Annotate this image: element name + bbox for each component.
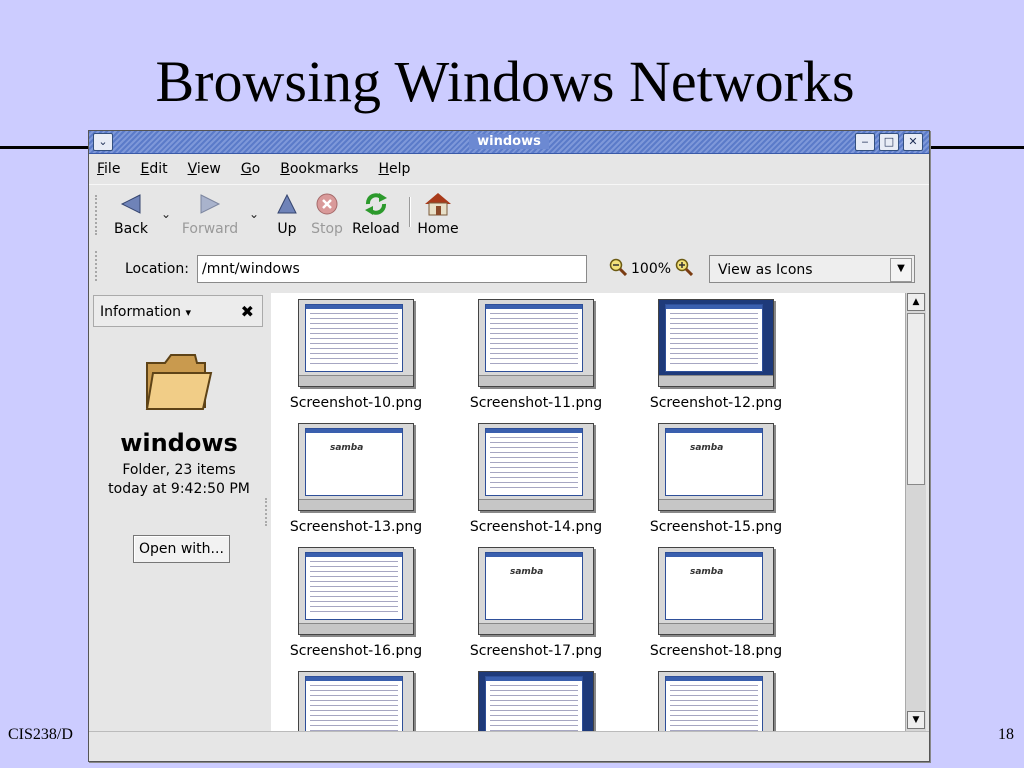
zoom-in-icon[interactable]	[675, 258, 694, 280]
file-label: Screenshot-12.png	[649, 395, 783, 411]
thumbnail-image	[478, 671, 594, 731]
folder-meta: Folder, 23 items today at 9:42:50 PM	[108, 462, 250, 497]
location-grip[interactable]	[95, 251, 103, 281]
sidebar: Information ▾ ✖ windows Folder, 23 items…	[89, 293, 269, 761]
thumbnail-image	[298, 547, 414, 635]
menu-help[interactable]: Help	[378, 161, 410, 177]
sidebar-header[interactable]: Information ▾ ✖	[93, 295, 263, 327]
file-item[interactable]: Screenshot-16.png	[271, 547, 441, 659]
thumbnail-image	[658, 299, 774, 387]
maximize-button[interactable]: □	[879, 133, 899, 151]
file-item-partial[interactable]	[631, 671, 801, 731]
close-button[interactable]: ✕	[903, 133, 923, 151]
file-item[interactable]: samba Screenshot-15.png	[631, 423, 801, 535]
title-rule-right	[926, 146, 1024, 149]
file-label: Screenshot-17.png	[469, 643, 603, 659]
file-label: Screenshot-14.png	[469, 519, 603, 535]
toolbar-grip[interactable]	[95, 195, 103, 235]
toolbar: Back ⌄ Forward ⌄ Up Stop Reload Home	[89, 184, 929, 249]
file-label: Screenshot-18.png	[649, 643, 783, 659]
menu-bookmarks[interactable]: Bookmarks	[280, 161, 358, 177]
file-item[interactable]: samba Screenshot-17.png	[451, 547, 621, 659]
menu-view[interactable]: View	[188, 161, 221, 177]
zoom-control: 100%	[609, 258, 694, 280]
zoom-out-icon[interactable]	[609, 258, 628, 280]
thumbnail-image: samba	[658, 547, 774, 635]
file-item[interactable]: Screenshot-14.png	[451, 423, 621, 535]
menu-bar: File Edit View Go Bookmarks Help	[89, 154, 929, 184]
thumbnail-image	[298, 671, 414, 731]
file-item[interactable]: samba Screenshot-13.png	[271, 423, 441, 535]
sidebar-resize-handle[interactable]	[265, 498, 267, 526]
page-number: 18	[998, 726, 1014, 743]
minimize-button[interactable]: ‒	[855, 133, 875, 151]
location-label: Location:	[125, 261, 189, 277]
file-manager-window: ⌄ windows ‒ □ ✕ File Edit View Go Bookma…	[88, 130, 930, 762]
file-label: Screenshot-16.png	[289, 643, 423, 659]
file-label: Screenshot-15.png	[649, 519, 783, 535]
icon-view: Screenshot-10.png Screenshot-11.png Scre…	[271, 293, 905, 731]
window-titlebar[interactable]: ⌄ windows ‒ □ ✕	[89, 131, 929, 154]
thumbnail-image	[478, 299, 594, 387]
thumbnail-image: samba	[658, 423, 774, 511]
window-title: windows	[469, 134, 549, 149]
slide-title: Browsing Windows Networks	[155, 49, 855, 114]
location-bar: Location: /mnt/windows 100% View as Icon…	[89, 249, 929, 293]
file-item-partial[interactable]	[271, 671, 441, 731]
file-item[interactable]: Screenshot-11.png	[451, 299, 621, 411]
scroll-down-icon[interactable]: ▼	[907, 711, 925, 729]
back-arrow-icon	[109, 189, 153, 219]
open-with-button[interactable]: Open with...	[133, 535, 230, 563]
thumbnail-image	[478, 423, 594, 511]
status-bar	[89, 731, 929, 761]
back-button[interactable]: Back	[109, 189, 153, 237]
chevron-down-icon[interactable]: ▼	[890, 258, 912, 282]
folder-name: windows	[120, 429, 238, 457]
toolbar-separator	[409, 197, 411, 227]
forward-button[interactable]: Forward	[179, 189, 241, 237]
stop-button[interactable]: Stop	[309, 189, 345, 237]
thumbnail-image	[658, 671, 774, 731]
menu-go[interactable]: Go	[241, 161, 260, 177]
file-item[interactable]: Screenshot-12.png	[631, 299, 801, 411]
scrollbar-thumb[interactable]	[907, 313, 925, 485]
view-mode-select[interactable]: View as Icons ▼	[709, 255, 915, 283]
reload-button[interactable]: Reload	[351, 189, 401, 237]
folder-icon	[143, 349, 213, 419]
file-label: Screenshot-13.png	[289, 519, 423, 535]
menu-file[interactable]: File	[97, 161, 120, 177]
thumbnail-image: samba	[478, 547, 594, 635]
file-item-partial[interactable]	[451, 671, 621, 731]
sidebar-close-icon[interactable]: ✖	[241, 296, 254, 328]
thumbnail-image: samba	[298, 423, 414, 511]
up-button[interactable]: Up	[271, 189, 303, 237]
back-history-dropdown-icon[interactable]: ⌄	[161, 207, 171, 221]
scroll-up-icon[interactable]: ▲	[907, 293, 925, 311]
home-icon	[415, 189, 461, 219]
reload-icon	[351, 189, 401, 219]
home-button[interactable]: Home	[415, 189, 461, 237]
thumbnail-image	[298, 299, 414, 387]
menu-edit[interactable]: Edit	[140, 161, 167, 177]
sidebar-dropdown-icon[interactable]: ▾	[186, 306, 192, 319]
stop-icon	[309, 189, 345, 219]
title-rule-left	[0, 146, 92, 149]
file-label: Screenshot-11.png	[469, 395, 603, 411]
zoom-level[interactable]: 100%	[631, 261, 671, 277]
vertical-scrollbar[interactable]: ▲ ▼	[905, 293, 926, 731]
file-item[interactable]: samba Screenshot-18.png	[631, 547, 801, 659]
file-item[interactable]: Screenshot-10.png	[271, 299, 441, 411]
file-label: Screenshot-10.png	[289, 395, 423, 411]
location-input[interactable]: /mnt/windows	[197, 255, 587, 283]
up-arrow-icon	[271, 189, 303, 219]
footer-course: CIS238/D	[8, 726, 73, 743]
forward-arrow-icon	[179, 189, 241, 219]
forward-history-dropdown-icon[interactable]: ⌄	[249, 207, 259, 221]
